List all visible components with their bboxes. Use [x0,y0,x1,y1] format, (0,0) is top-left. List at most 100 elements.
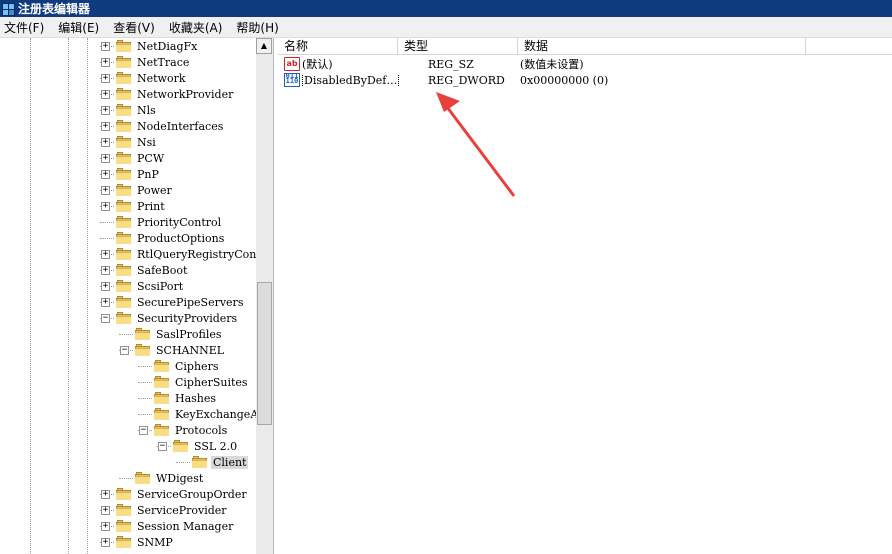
tree-node[interactable]: ServiceGroupOrder [116,486,249,502]
folder-icon [116,88,131,100]
expand-icon[interactable]: + [101,202,110,211]
tree-node[interactable]: CipherSuites [154,374,250,390]
expand-icon[interactable]: + [101,122,110,131]
tree-node[interactable]: Network [116,70,188,86]
tree-node[interactable]: KeyExchangeAlg [154,406,256,422]
tree-vertical-scrollbar[interactable]: ▲ [256,38,273,554]
tree-node[interactable]: Print [116,198,167,214]
tree-node[interactable]: PriorityControl [116,214,223,230]
tree-connector [138,398,152,399]
tree-node[interactable]: SNMP [116,534,175,550]
value-row[interactable]: 011 110 DisabledByDef… REG_DWORD 0x00000000… [278,72,892,88]
binary-value-icon: 011 110 [284,72,300,87]
tree-node[interactable]: Protocols [154,422,229,438]
tree-node-label: PCW [137,151,165,165]
folder-icon [154,408,169,420]
tree-node[interactable]: SecurePipeServers [116,294,245,310]
expand-icon[interactable]: + [101,538,110,547]
tree-node[interactable]: PnP [116,166,161,182]
tree-node[interactable]: NetworkProvider [116,86,235,102]
window-title: 注册表编辑器 [18,2,91,16]
tree-node[interactable]: SCHANNEL [135,342,226,358]
tree-node[interactable]: Nls [116,102,158,118]
value-name: (默认) [302,58,333,71]
expand-icon[interactable]: + [101,282,110,291]
expand-icon[interactable]: + [101,490,110,499]
menu-help[interactable]: 帮助(H) [232,19,282,36]
tree-node[interactable]: ServiceProvider [116,502,229,518]
tree-node[interactable]: Ciphers [154,358,220,374]
tree-node[interactable]: SecurityProviders [116,310,239,326]
tree-node[interactable]: RtlQueryRegistryConf [116,246,256,262]
tree-node-label: RtlQueryRegistryConf [137,247,256,261]
value-type: REG_DWORD [428,73,505,87]
tree-node-label: Nls [137,103,156,117]
expand-icon[interactable]: + [101,74,110,83]
folder-icon [116,56,131,68]
menu-view[interactable]: 查看(V) [109,19,159,36]
tree-node[interactable]: Client [192,454,249,470]
menu-file[interactable]: 文件(F) [0,19,48,36]
expand-icon[interactable]: + [101,170,110,179]
expand-icon[interactable]: + [101,58,110,67]
tree-node[interactable]: Nsi [116,134,158,150]
expand-icon[interactable]: + [101,106,110,115]
collapse-icon[interactable]: − [139,426,148,435]
tree-node-label: SafeBoot [137,263,188,277]
tree-node[interactable]: SafeBoot [116,262,189,278]
tree-node-label: KeyExchangeAlg [175,407,256,421]
tree-node[interactable]: ScsiPort [116,278,185,294]
collapse-icon[interactable]: − [101,314,110,323]
column-type[interactable]: 类型 [398,38,518,54]
folder-icon [116,136,131,148]
expand-icon[interactable]: + [101,138,110,147]
tree-connector [176,462,190,463]
tree-node-label: Hashes [175,391,217,405]
expand-icon[interactable]: + [101,298,110,307]
tree-node-label: Print [137,199,165,213]
tree-node[interactable]: SaslProfiles [135,326,224,342]
collapse-icon[interactable]: − [120,346,129,355]
tree-connector [119,478,133,479]
tree-node[interactable]: WDigest [135,470,205,486]
expand-icon[interactable]: + [101,186,110,195]
folder-icon [116,488,131,500]
expand-icon[interactable]: + [101,42,110,51]
column-data[interactable]: 数据 [518,38,806,54]
tree-node[interactable]: NetTrace [116,54,191,70]
tree-node-label: Ciphers [175,359,219,373]
regedit-app-icon [2,2,15,16]
expand-icon[interactable]: + [101,250,110,259]
tree-node-label: Client [211,455,249,469]
folder-icon [173,440,188,452]
tree-node[interactable]: ProductOptions [116,230,226,246]
tree-connector [138,382,152,383]
tree-node[interactable]: Session Manager [116,518,235,534]
expand-icon[interactable]: + [101,154,110,163]
column-name[interactable]: 名称 [278,38,398,54]
value-data: 0x00000000 (0) [520,73,609,87]
menu-edit[interactable]: 编辑(E) [54,19,103,36]
tree-node[interactable]: SSL 2.0 [173,438,239,454]
tree-node[interactable]: Hashes [154,390,218,406]
tree-node-label: NetTrace [137,55,190,69]
menu-favorites[interactable]: 收藏夹(A) [165,19,227,36]
expand-icon[interactable]: + [101,506,110,515]
folder-icon [116,232,131,244]
tree-node[interactable]: NodeInterfaces [116,118,225,134]
value-row[interactable]: ab (默认) REG_SZ (数值未设置) [278,56,892,72]
tree-node-label: NetDiagFx [137,39,198,53]
scroll-thumb[interactable] [257,282,272,425]
scroll-up-button[interactable]: ▲ [256,38,272,54]
expand-icon[interactable]: + [101,90,110,99]
collapse-icon[interactable]: − [158,442,167,451]
expand-icon[interactable]: + [101,522,110,531]
tree-node-label: Network [137,71,186,85]
tree-node[interactable]: NetDiagFx [116,38,199,54]
expand-icon[interactable]: + [101,266,110,275]
tree-node[interactable]: Power [116,182,174,198]
values-header: 名称 类型 数据 [278,38,892,55]
tree-node[interactable]: PCW [116,150,166,166]
tree-node-label: NetworkProvider [137,87,234,101]
folder-icon [135,472,150,484]
